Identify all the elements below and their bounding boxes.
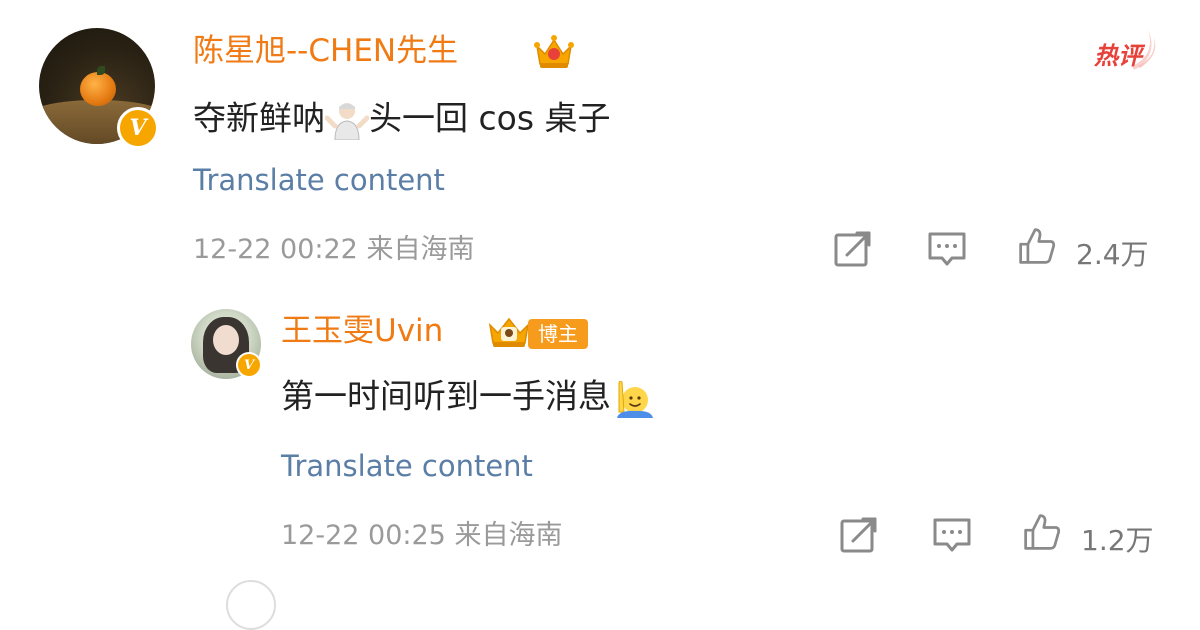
translate-content-link[interactable]: Translate content	[193, 166, 445, 195]
translate-content-link[interactable]: Translate content	[281, 452, 533, 481]
thumbs-up-icon[interactable]	[1017, 226, 1057, 266]
hot-comment-label: 热评	[1094, 42, 1142, 70]
reply-meta: 12-22 00:25 来自海南	[281, 522, 562, 549]
reply-text: 第一时间听到一手消息	[281, 378, 655, 418]
like-count: 2.4万	[1076, 238, 1149, 271]
comment-icon[interactable]	[932, 515, 972, 555]
share-icon[interactable]	[839, 515, 879, 555]
comment-timestamp: 12-22 00:22	[193, 234, 358, 265]
blogger-author-tag: 博主	[528, 319, 588, 349]
man-shrugging-emoji	[325, 103, 369, 140]
like-count: 1.2万	[1081, 524, 1154, 557]
comment-text: 夺新鲜呐 头一回 cos 桌子	[193, 100, 611, 140]
reply-author-username[interactable]: 王玉雯Uvin	[281, 316, 443, 347]
verified-badge-icon: V	[236, 352, 262, 378]
comment-icon[interactable]	[927, 229, 967, 269]
verified-badge-icon: V	[117, 107, 159, 149]
person-raising-hand-emoji	[617, 380, 653, 418]
crown-vip-icon	[488, 317, 530, 347]
thumbs-up-icon[interactable]	[1022, 512, 1062, 552]
share-icon[interactable]	[833, 229, 873, 269]
commenter-username[interactable]: 陈星旭--CHEN先生	[193, 36, 458, 67]
comment-meta: 12-22 00:22 来自海南	[193, 236, 474, 263]
next-reply-avatar[interactable]	[226, 580, 276, 630]
crown-vip-icon	[534, 35, 574, 68]
comment-location: 来自海南	[366, 234, 475, 265]
reply-location: 来自海南	[454, 520, 563, 551]
hot-comment-tag: 热评	[1088, 26, 1160, 74]
reply-timestamp: 12-22 00:25	[281, 520, 446, 551]
